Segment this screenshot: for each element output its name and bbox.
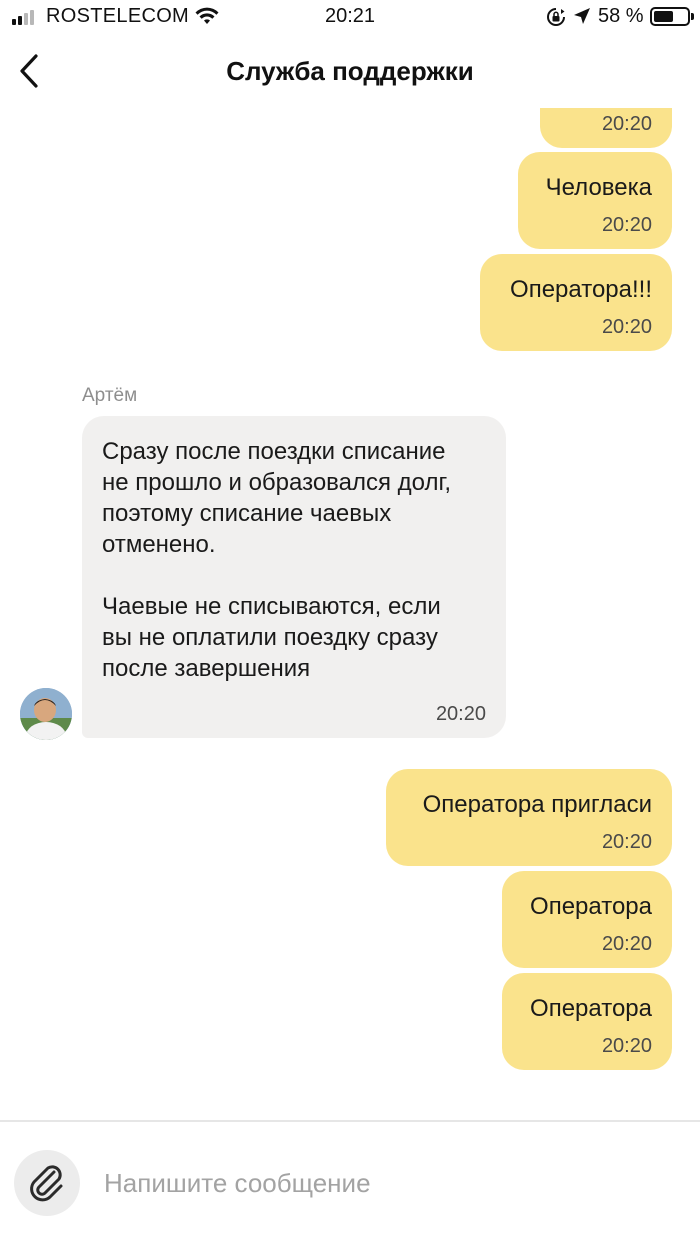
outgoing-message[interactable]: Оператора!!! 20:20: [480, 254, 672, 351]
orientation-lock-icon: [547, 8, 565, 26]
message-text: Оператора: [530, 995, 652, 1022]
sender-name: Артём: [82, 385, 138, 406]
outgoing-message[interactable]: Человека 20:20: [518, 152, 672, 249]
message-composer: [0, 1122, 700, 1244]
outgoing-message[interactable]: Оператора 20:20: [502, 973, 672, 1070]
message-time: 20:20: [601, 933, 652, 955]
attach-button[interactable]: [14, 1150, 80, 1216]
location-arrow-icon: [574, 8, 590, 24]
message-time: 20:20: [601, 1035, 652, 1057]
message-time: 20:20: [435, 703, 486, 725]
battery-percentage: 58 %: [598, 5, 644, 27]
chat-header: Служба поддержки: [0, 36, 700, 108]
message-input[interactable]: [104, 1158, 664, 1208]
message-time: 20:20: [601, 831, 652, 853]
message-time: 20:20: [601, 214, 652, 236]
paperclip-icon: [30, 1165, 63, 1202]
outgoing-message[interactable]: 20:20: [540, 108, 672, 148]
avatar-image: [20, 688, 72, 740]
page-title: Служба поддержки: [226, 56, 474, 86]
message-text: Оператора пригласи: [422, 791, 652, 818]
message-text: Оператора!!!: [510, 276, 652, 303]
message-time: 20:20: [601, 316, 652, 338]
outgoing-message[interactable]: Оператора пригласи 20:20: [386, 769, 672, 866]
chat-messages: 20:20 Человека 20:20 Оператора!!! 20:20 …: [0, 108, 700, 1120]
message-time: 20:20: [601, 113, 652, 135]
message-text: Человека: [545, 174, 652, 201]
message-text: Сразу после поездки списание не прошло и…: [102, 438, 451, 682]
outgoing-message[interactable]: Оператора 20:20: [502, 871, 672, 968]
status-bar: ROSTELECOM 20:21 58 %: [0, 0, 700, 36]
battery-icon: [650, 7, 694, 26]
incoming-message[interactable]: Сразу после поездки списание не прошло и…: [82, 416, 506, 738]
status-time: 20:21: [324, 5, 376, 27]
message-text: Оператора: [530, 893, 652, 920]
avatar[interactable]: [20, 688, 72, 740]
